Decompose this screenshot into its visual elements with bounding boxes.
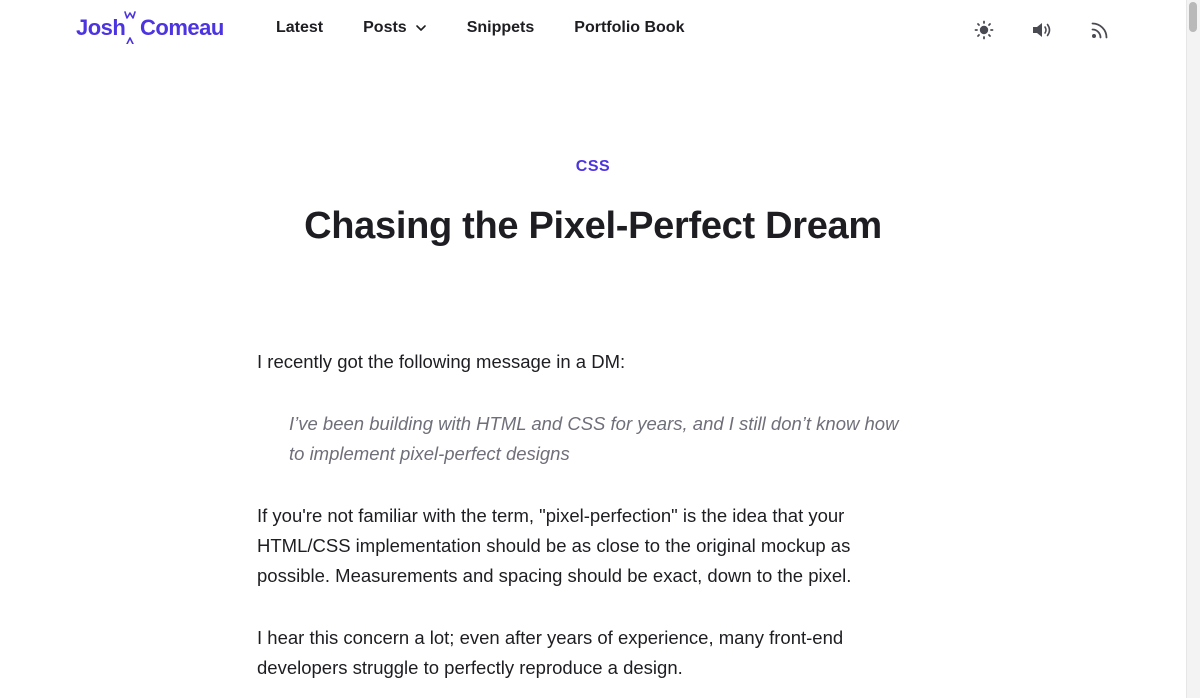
sound-toggle-button[interactable] xyxy=(1030,18,1054,42)
theme-toggle-button[interactable] xyxy=(972,18,996,42)
logo-first-name: Josh xyxy=(76,15,126,40)
nav-item-label: Latest xyxy=(276,19,324,36)
article-body: I recently got the following message in … xyxy=(257,347,907,698)
site-header: Josh Comeau Latest Posts Snippets Portfo… xyxy=(0,0,1186,62)
nav-item-portfolio-book[interactable]: Portfolio Book xyxy=(574,19,684,37)
site-logo[interactable]: Josh Comeau xyxy=(76,8,236,48)
main-nav: Latest Posts Snippets Portfolio Book xyxy=(276,19,724,37)
nav-item-posts[interactable]: Posts xyxy=(363,19,427,37)
article-paragraph: I recently got the following message in … xyxy=(257,351,626,372)
article-blockquote: I’ve been building with HTML and CSS for… xyxy=(289,413,899,464)
scrollbar-thumb[interactable] xyxy=(1189,2,1197,32)
article-paragraph: I hear this concern a lot; even after ye… xyxy=(257,627,844,678)
header-tools xyxy=(972,18,1112,42)
sun-icon xyxy=(974,20,994,40)
article-category-link[interactable]: CSS xyxy=(0,158,1186,176)
logo-squiggle-icon xyxy=(124,11,136,44)
rss-icon xyxy=(1091,22,1108,39)
logo-last-name: Comeau xyxy=(140,15,224,40)
nav-item-latest[interactable]: Latest xyxy=(276,19,323,37)
nav-item-snippets[interactable]: Snippets xyxy=(467,19,535,37)
nav-item-label: Posts xyxy=(363,19,407,36)
chevron-down-icon xyxy=(415,25,426,31)
article-title: Chasing the Pixel-Perfect Dream xyxy=(304,205,882,247)
nav-item-label: Portfolio Book xyxy=(574,19,685,36)
nav-item-label: Snippets xyxy=(466,19,535,36)
speaker-icon xyxy=(1033,23,1051,37)
article-paragraph: If you're not familiar with the term, "p… xyxy=(257,505,852,586)
page-scrollbar[interactable] xyxy=(1186,0,1200,698)
rss-feed-button[interactable] xyxy=(1088,18,1112,42)
